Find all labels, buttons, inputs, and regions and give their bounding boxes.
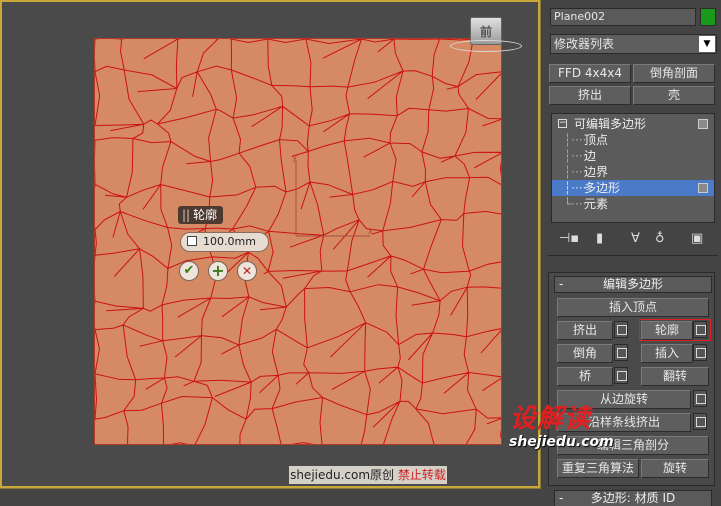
stack-item-label: 顶点 bbox=[584, 133, 609, 147]
watermark-forbid: 禁止转载 bbox=[397, 468, 446, 482]
material-id-rollout-header[interactable]: - 多边形: 材质 ID bbox=[554, 490, 712, 506]
site-logo: 设解读 bbox=[510, 404, 592, 434]
extrude-modifier-button[interactable]: 挤出 bbox=[549, 86, 631, 105]
collapse-icon: − bbox=[558, 118, 567, 128]
site-logo-url: shejiedu.com bbox=[509, 434, 614, 450]
stack-item-edge[interactable]: ┆···· 边 bbox=[552, 148, 714, 164]
chevron-down-icon: ▼ bbox=[699, 36, 715, 52]
stack-root-label: 可编辑多边形 bbox=[574, 117, 647, 131]
bevel-profile-button[interactable]: 倒角剖面 bbox=[633, 64, 715, 83]
pin-stack-icon[interactable]: ⊣▪ bbox=[559, 231, 579, 246]
caddy-title[interactable]: || 轮廓 bbox=[178, 206, 224, 224]
watermark-site: shejiedu.com bbox=[290, 468, 371, 482]
transform-gizmo[interactable]: y x bbox=[290, 150, 380, 250]
stack-toggle-icon bbox=[698, 183, 708, 193]
plus-icon: + bbox=[211, 261, 225, 280]
outline-settings-icon[interactable] bbox=[693, 321, 707, 338]
grip-icon: || bbox=[182, 208, 191, 222]
watermark-original: 原创 bbox=[370, 468, 395, 482]
bridge-button[interactable]: 桥 bbox=[557, 367, 613, 386]
flip-button[interactable]: 翻转 bbox=[641, 367, 709, 386]
caddy-cancel-button[interactable]: ✕ bbox=[237, 261, 257, 281]
bridge-settings-icon[interactable] bbox=[614, 367, 628, 384]
bevel-button[interactable]: 倒角 bbox=[557, 344, 613, 363]
inset-settings-icon[interactable] bbox=[693, 344, 707, 361]
viewcube-ring[interactable] bbox=[450, 40, 522, 52]
caddy-ok-button[interactable]: ✔ bbox=[179, 261, 199, 281]
gizmo-y-label: y bbox=[292, 153, 298, 163]
extrude-button[interactable]: 挤出 bbox=[557, 321, 613, 340]
hinge-settings-icon[interactable] bbox=[693, 390, 707, 407]
bevel-settings-icon[interactable] bbox=[614, 344, 628, 361]
stack-item-element[interactable]: └···· 元素 bbox=[552, 196, 714, 212]
extrude-spline-settings-icon[interactable] bbox=[693, 413, 707, 430]
ffd-button[interactable]: FFD 4x4x4 bbox=[549, 64, 631, 83]
stack-item-border[interactable]: ┆···· 边界 bbox=[552, 164, 714, 180]
turn-button[interactable]: 旋转 bbox=[641, 459, 709, 478]
stack-item-polygon[interactable]: ┆···· 多边形 bbox=[552, 180, 714, 196]
extrude-settings-icon[interactable] bbox=[614, 321, 628, 338]
viewcube-face-label: 前 bbox=[479, 25, 492, 39]
shell-modifier-button[interactable]: 壳 bbox=[633, 86, 715, 105]
caddy-title-label: 轮廓 bbox=[193, 208, 218, 222]
outline-button[interactable]: 轮廓 bbox=[641, 321, 693, 340]
collapse-rollout-icon: - bbox=[559, 277, 564, 291]
make-unique-icon[interactable]: ∀ bbox=[631, 231, 640, 246]
screen: y x 前 || 轮廓 100.0mm ✔ + ✕ shejiedu.com原创 … bbox=[0, 0, 721, 506]
inset-button[interactable]: 插入 bbox=[641, 344, 693, 363]
spinner-icon bbox=[187, 236, 197, 246]
edit-polygons-rollout-header[interactable]: - 编辑多边形 bbox=[554, 276, 712, 293]
perspective-viewport[interactable]: y x 前 || 轮廓 100.0mm ✔ + ✕ bbox=[0, 0, 541, 489]
caddy-apply-button[interactable]: + bbox=[208, 261, 228, 281]
stack-item-editable-poly[interactable]: − 可编辑多边形 bbox=[552, 116, 714, 132]
show-end-result-icon[interactable]: ▮ bbox=[596, 231, 603, 246]
remove-modifier-icon[interactable]: ♁ bbox=[655, 231, 665, 246]
close-icon: ✕ bbox=[241, 264, 253, 278]
outline-amount-field[interactable]: 100.0mm bbox=[180, 232, 269, 252]
modifier-list-dropdown[interactable]: 修改器列表 ▼ bbox=[550, 34, 717, 54]
outline-amount-value: 100.0mm bbox=[203, 235, 256, 248]
check-icon: ✔ bbox=[183, 263, 195, 278]
stack-item-label: 元素 bbox=[584, 197, 609, 211]
configure-sets-icon[interactable]: ▣ bbox=[691, 231, 703, 246]
stack-toggle-icon bbox=[698, 119, 708, 129]
object-color-swatch[interactable] bbox=[700, 8, 716, 26]
modifier-list-label: 修改器列表 bbox=[554, 37, 615, 51]
stack-item-label: 多边形 bbox=[584, 181, 621, 195]
stack-item-label: 边 bbox=[584, 149, 597, 163]
stack-item-vertex[interactable]: ┆···· 顶点 bbox=[552, 132, 714, 148]
gizmo-x-label: x bbox=[368, 227, 374, 237]
stack-tools-row: ⊣▪ ▮ ∀ ♁ ▣ bbox=[551, 229, 715, 251]
collapse-rollout-icon: - bbox=[559, 491, 564, 505]
material-rollout-title: 多边形: 材质 ID bbox=[590, 491, 676, 505]
stack-item-label: 边界 bbox=[584, 165, 609, 179]
retriangulate-button[interactable]: 重复三角算法 bbox=[557, 459, 639, 478]
rollout-title: 编辑多边形 bbox=[602, 277, 663, 291]
watermark-bar: shejiedu.com原创 禁止转载 bbox=[289, 466, 447, 484]
divider bbox=[548, 255, 718, 256]
modifier-stack[interactable]: − 可编辑多边形 ┆···· 顶点 ┆···· 边 ┆···· 边界 ┆···· 多边形… bbox=[551, 113, 715, 223]
object-name-field[interactable]: Plane002 bbox=[550, 8, 696, 26]
insert-vertex-button[interactable]: 插入顶点 bbox=[557, 298, 709, 317]
